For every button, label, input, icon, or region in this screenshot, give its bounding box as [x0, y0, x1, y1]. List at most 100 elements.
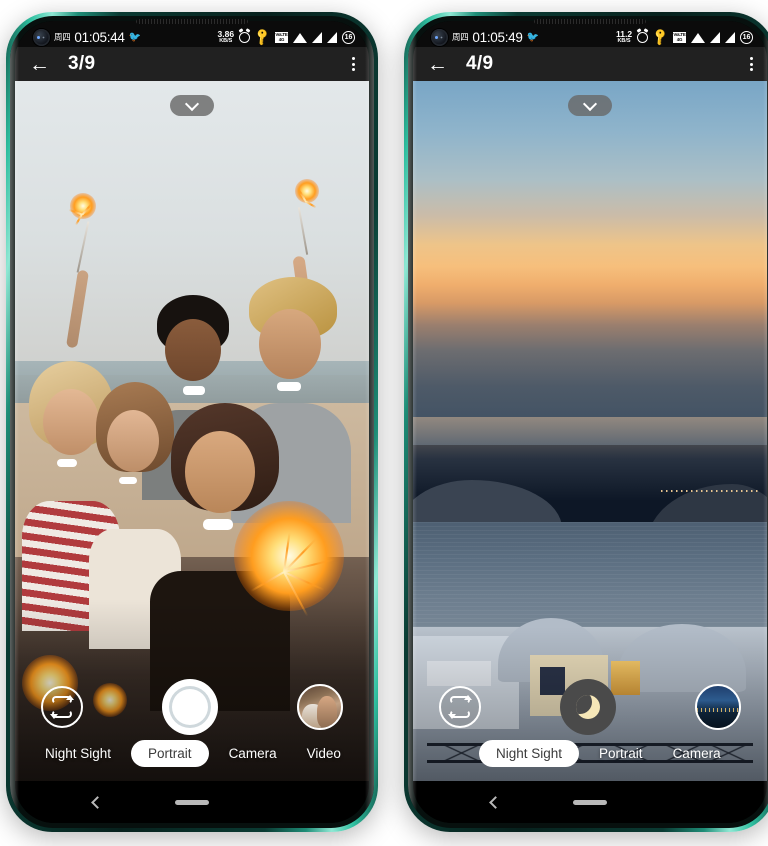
earpiece-speaker-left [136, 19, 248, 24]
shutter-ring-icon [169, 686, 211, 728]
status-bar-left-group: 周四 01:05:49 🐦 [431, 28, 540, 46]
overflow-menu-icon[interactable] [352, 57, 355, 71]
alarm-icon [637, 31, 649, 43]
nav-back-button[interactable] [489, 795, 502, 809]
shutter-button[interactable] [162, 679, 218, 735]
camera-controls-right [413, 679, 767, 735]
sparkler-burst-foreground [234, 501, 345, 611]
network-speed-indicator: 3.86 KB/S [218, 30, 235, 44]
status-bar-right-group: 11.2 KB/S 🔑 VoLTE 4G 16 [616, 26, 753, 48]
nav-home-indicator[interactable] [175, 799, 209, 805]
chevron-down-icon [184, 96, 200, 111]
back-button[interactable]: ← [29, 54, 50, 75]
mode-night-sight[interactable]: Night Sight [479, 740, 580, 767]
volte-icon: VoLTE 4G [673, 31, 686, 43]
person-face-2 [107, 410, 160, 472]
signal-icon-sim1 [312, 31, 322, 43]
phone-device-right: 周四 01:05:49 🐦 11.2 KB/S 🔑 VoLTE 4G 16 ← … [404, 12, 768, 832]
chevron-down-icon [582, 96, 598, 111]
network-speed-indicator: 11.2 KB/S [616, 30, 632, 44]
smile-2 [119, 476, 138, 484]
system-nav-bar-right [413, 781, 767, 823]
front-camera-hole-icon [33, 28, 50, 46]
mode-video[interactable]: Video [297, 741, 351, 766]
smile-left [57, 459, 78, 467]
camera-mode-selector-left[interactable]: Night Sight Portrait Camera Video [15, 740, 369, 767]
camera-mode-selector-right[interactable]: Night Sight Portrait Camera [413, 740, 767, 767]
smile-front [202, 518, 233, 530]
moon-icon [576, 695, 600, 719]
photo-thumbnail-button[interactable] [297, 684, 343, 730]
network-speed-unit: KB/S [617, 37, 631, 44]
phone-screen-right: 周四 01:05:49 🐦 11.2 KB/S 🔑 VoLTE 4G 16 ← … [413, 21, 767, 823]
signal-icon-sim1 [710, 31, 720, 43]
wifi-icon [691, 33, 705, 43]
app-bar-left: ← 3/9 [15, 47, 369, 81]
system-nav-bar-left [15, 781, 369, 823]
key-icon: 🔑 [252, 26, 273, 48]
status-bar-left: 周四 01:05:44 🐦 3.86 KB/S 🔑 VoLTE 4G 16 [15, 21, 369, 47]
signal-icon-sim2 [725, 31, 735, 43]
smile-right [276, 382, 301, 391]
alarm-icon [239, 31, 251, 43]
overflow-menu-icon[interactable] [750, 57, 753, 71]
sparkler-flare-left [69, 193, 96, 219]
preview-image-friends-sparklers [15, 81, 369, 781]
front-camera-hole-icon [431, 28, 448, 46]
flip-camera-button[interactable] [41, 686, 83, 728]
person-face-left [43, 389, 100, 455]
bird-icon: 🐦 [526, 31, 540, 43]
preview-image-santorini-sunset [413, 81, 767, 781]
status-bar-right-group: 3.86 KB/S 🔑 VoLTE 4G 16 [218, 26, 355, 48]
phone-device-left: 周四 01:05:44 🐦 3.86 KB/S 🔑 VoLTE 4G 16 ← … [6, 12, 378, 832]
app-bar-right: ← 4/9 [413, 47, 767, 81]
phone-bezel-right: 周四 01:05:49 🐦 11.2 KB/S 🔑 VoLTE 4G 16 ← … [408, 16, 768, 828]
camera-viewfinder-right[interactable]: Night Sight Portrait Camera [413, 81, 767, 781]
signal-icon-sim2 [327, 31, 337, 43]
camera-controls-left [15, 679, 369, 735]
mode-night-sight[interactable]: Night Sight [35, 741, 121, 766]
mode-camera[interactable]: Camera [663, 741, 731, 766]
page-title: 3/9 [68, 53, 96, 74]
shutter-button[interactable] [560, 679, 616, 735]
volte-bottom-label: 4G [278, 37, 285, 42]
wifi-icon [293, 33, 307, 43]
back-button[interactable]: ← [427, 54, 448, 75]
person-face-front [184, 431, 255, 513]
flip-camera-icon [448, 695, 472, 719]
nav-back-button[interactable] [91, 795, 104, 809]
expand-controls-button[interactable] [170, 95, 214, 116]
camera-viewfinder-left[interactable]: Night Sight Portrait Camera Video [15, 81, 369, 781]
scene-sunset-sky [413, 81, 767, 445]
person-face-right [259, 308, 322, 379]
volte-icon: VoLTE 4G [275, 31, 288, 43]
mode-portrait[interactable]: Portrait [589, 741, 653, 766]
phone-bezel-left: 周四 01:05:44 🐦 3.86 KB/S 🔑 VoLTE 4G 16 ← … [10, 16, 374, 828]
volte-bottom-label: 4G [676, 37, 683, 42]
status-bar-right: 周四 01:05:49 🐦 11.2 KB/S 🔑 VoLTE 4G 16 [413, 21, 767, 47]
scene-sea-water [413, 522, 767, 641]
photo-thumbnail-button[interactable] [695, 684, 741, 730]
battery-icon: 16 [342, 30, 355, 44]
screenshot-stage: 周四 01:05:44 🐦 3.86 KB/S 🔑 VoLTE 4G 16 ← … [0, 0, 768, 846]
mode-camera[interactable]: Camera [219, 741, 287, 766]
nav-home-indicator[interactable] [573, 799, 607, 805]
battery-icon: 16 [740, 30, 753, 44]
status-day-label: 周四 [54, 32, 71, 42]
key-icon: 🔑 [650, 26, 671, 48]
flip-camera-icon [50, 695, 74, 719]
smile-center [183, 385, 206, 395]
status-day-label: 周四 [452, 32, 469, 42]
scene-distant-town-lights [660, 489, 760, 492]
phone-screen-left: 周四 01:05:44 🐦 3.86 KB/S 🔑 VoLTE 4G 16 ← … [15, 21, 369, 823]
status-clock: 01:05:44 [74, 29, 125, 45]
flip-camera-button[interactable] [439, 686, 481, 728]
expand-controls-button[interactable] [568, 95, 612, 116]
status-clock: 01:05:49 [472, 29, 523, 45]
bird-icon: 🐦 [128, 31, 142, 43]
page-title: 4/9 [466, 53, 494, 74]
status-bar-left-group: 周四 01:05:44 🐦 [33, 28, 142, 46]
mode-portrait[interactable]: Portrait [131, 740, 209, 767]
network-speed-unit: KB/S [219, 37, 233, 44]
earpiece-speaker-right [534, 19, 646, 24]
